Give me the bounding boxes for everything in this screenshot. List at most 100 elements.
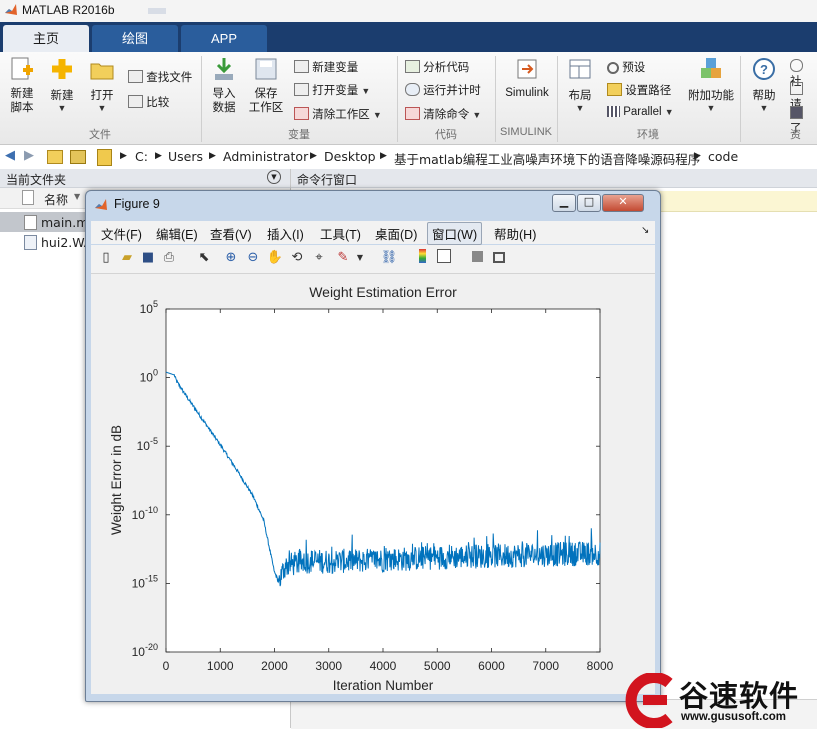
maximize-button[interactable]: □ (577, 194, 601, 212)
zoom-out-icon[interactable]: ⊖ (244, 249, 262, 267)
simulink-button[interactable]: Simulink (500, 56, 554, 99)
forward-arrow-icon[interactable]: ▶ (24, 148, 34, 163)
breadcrumb-c[interactable]: C: (135, 149, 148, 164)
chevron-down-icon: ▼ (472, 110, 482, 120)
layout-button[interactable]: 布局 ▼ (562, 56, 598, 113)
clear-workspace-label: 清除工作区 (312, 109, 370, 121)
breadcrumb-administrator[interactable]: Administrator (223, 149, 308, 164)
root-folder-icon (97, 149, 112, 166)
preferences-label: 预设 (622, 62, 646, 74)
compare-button[interactable]: 比较 (128, 94, 169, 110)
menu-file[interactable]: 文件(F) (101, 224, 142, 243)
open-file-icon[interactable]: ▰ (118, 249, 136, 267)
hide-tools-icon[interactable] (468, 249, 486, 267)
preferences-button[interactable]: 预设 (607, 59, 645, 75)
show-tools-icon[interactable] (490, 249, 508, 267)
tab-plots[interactable]: 绘图 (92, 25, 178, 52)
save-workspace-button[interactable]: 保存 工作区 (246, 56, 286, 115)
parallel-label: Parallel (623, 106, 662, 118)
menu-view[interactable]: 查看(V) (210, 224, 252, 243)
new-button[interactable]: 新建 ▼ (44, 56, 80, 113)
clear-workspace-button[interactable]: 清除工作区 ▼ (294, 106, 382, 122)
figure-title: Figure 9 (114, 197, 160, 211)
rotate-icon[interactable]: ⟲ (288, 249, 306, 267)
sort-arrow-icon[interactable]: ▼ (74, 192, 80, 201)
menu-window[interactable]: 窗口(W) (427, 222, 483, 245)
open-button[interactable]: 打开 ▼ (84, 56, 120, 113)
close-button[interactable]: ✕ (602, 194, 644, 212)
breadcrumb-separator-icon: ▶ (155, 151, 162, 161)
menu-insert[interactable]: 插入(I) (267, 224, 304, 243)
breadcrumb-project-folder[interactable]: 基于matlab编程工业高噪声环境下的语音降噪源码程序 (394, 149, 700, 168)
figure-title-bar[interactable]: Figure 9 ▁ □ ✕ (86, 191, 660, 219)
parallel-button[interactable]: Parallel ▼ (607, 106, 674, 118)
panel-menu-icon[interactable]: ▼ (267, 170, 281, 184)
minimize-button[interactable]: ▁ (552, 194, 576, 212)
import-data-button[interactable]: 导入 数据 (206, 56, 242, 115)
x-tick-label: 0 (163, 659, 170, 673)
zoom-in-icon[interactable]: ⊕ (222, 249, 240, 267)
open-variable-button[interactable]: 打开变量 ▼ (294, 82, 370, 98)
address-bar: ◀ ▶ ▶ C: ▶ Users ▶ Administrator ▶ Deskt… (0, 145, 817, 170)
help-button[interactable]: ? 帮助 ▼ (748, 56, 780, 113)
breadcrumb-code[interactable]: code (708, 149, 738, 164)
folder-icon (90, 63, 114, 80)
set-path-label: 设置路径 (625, 85, 672, 97)
print-icon[interactable]: ⎙ (160, 249, 178, 267)
new-label: 新建 (50, 90, 74, 102)
figure-window[interactable]: Figure 9 ▁ □ ✕ 文件(F) 编辑(E) 查看(V) 插入(I) 工… (85, 190, 661, 702)
ribbon-tab-bar: 主页 绘图 APP (0, 22, 817, 52)
breadcrumb-users[interactable]: Users (168, 149, 203, 164)
menu-desktop[interactable]: 桌面(D) (375, 224, 417, 243)
run-and-time-button[interactable]: 运行并计时 (405, 82, 481, 98)
group-label-code: 代码 (435, 129, 457, 141)
up-folder-icon[interactable] (47, 150, 63, 164)
breadcrumb-separator-icon: ▶ (380, 151, 387, 161)
group-label-environment: 环境 (637, 129, 659, 141)
close-icon: ✕ (618, 195, 628, 208)
colorbar-icon[interactable] (413, 249, 431, 267)
analyze-code-button[interactable]: 分析代码 (405, 59, 469, 75)
x-tick-label: 3000 (315, 659, 342, 673)
menu-dock-arrow-icon[interactable]: ↘ (641, 225, 649, 236)
save-workspace-label: 保存 工作区 (248, 88, 284, 114)
breadcrumb-separator-icon: ▶ (120, 151, 127, 161)
back-arrow-icon[interactable]: ◀ (5, 148, 15, 163)
new-script-button[interactable]: 新建 脚本 (4, 56, 40, 115)
set-path-button[interactable]: 设置路径 (607, 82, 671, 98)
menu-help[interactable]: 帮助(H) (494, 224, 536, 243)
breadcrumb-desktop[interactable]: Desktop (324, 149, 376, 164)
find-files-button[interactable]: 查找文件 (128, 69, 192, 85)
menu-edit[interactable]: 编辑(E) (156, 224, 198, 243)
open-variable-label: 打开变量 (312, 85, 359, 97)
breadcrumb-separator-icon: ▶ (694, 151, 701, 161)
browse-folder-icon[interactable] (70, 150, 86, 164)
column-name[interactable]: 名称 (44, 191, 68, 208)
new-variable-button[interactable]: 新建变量 (294, 59, 358, 75)
x-tick-label: 4000 (370, 659, 397, 673)
tab-home[interactable]: 主页 (3, 25, 89, 52)
help-label: 帮助 (752, 90, 776, 102)
clear-commands-button[interactable]: 清除命令 ▼ (405, 106, 481, 122)
addons-button[interactable]: 附加功能 ▼ (688, 56, 734, 113)
figure-toolbar: ▯ ▰ ■ ⎙ ⬉ ⊕ ⊖ ✋ ⟲ ⌖ ✎ ▼ ⛓ (91, 245, 655, 274)
open-label: 打开 (90, 90, 114, 102)
tab-apps[interactable]: APP (181, 25, 267, 52)
menu-tools[interactable]: 工具(T) (320, 224, 361, 243)
compare-icon (128, 95, 143, 108)
chevron-down-icon[interactable]: ▼ (351, 249, 369, 267)
chart[interactable]: Weight Estimation Error 0 1000 2000 3000 400… (91, 274, 655, 694)
chevron-down-icon: ▼ (759, 103, 769, 113)
y-tick-label: 10-20 (132, 642, 158, 659)
brush-icon[interactable]: ✎ (334, 249, 352, 267)
figure-canvas[interactable]: Weight Estimation Error 0 1000 2000 3000 400… (91, 274, 655, 694)
legend-icon[interactable] (435, 249, 453, 267)
link-icon[interactable]: ⛓ (380, 249, 398, 267)
pan-icon[interactable]: ✋ (266, 249, 284, 267)
save-icon[interactable]: ■ (139, 249, 157, 267)
watermark-brand: 谷速软件 (679, 679, 800, 713)
new-figure-icon[interactable]: ▯ (97, 249, 115, 267)
pointer-icon[interactable]: ⬉ (195, 249, 213, 267)
save-workspace-icon (255, 58, 277, 80)
data-cursor-icon[interactable]: ⌖ (310, 249, 328, 267)
